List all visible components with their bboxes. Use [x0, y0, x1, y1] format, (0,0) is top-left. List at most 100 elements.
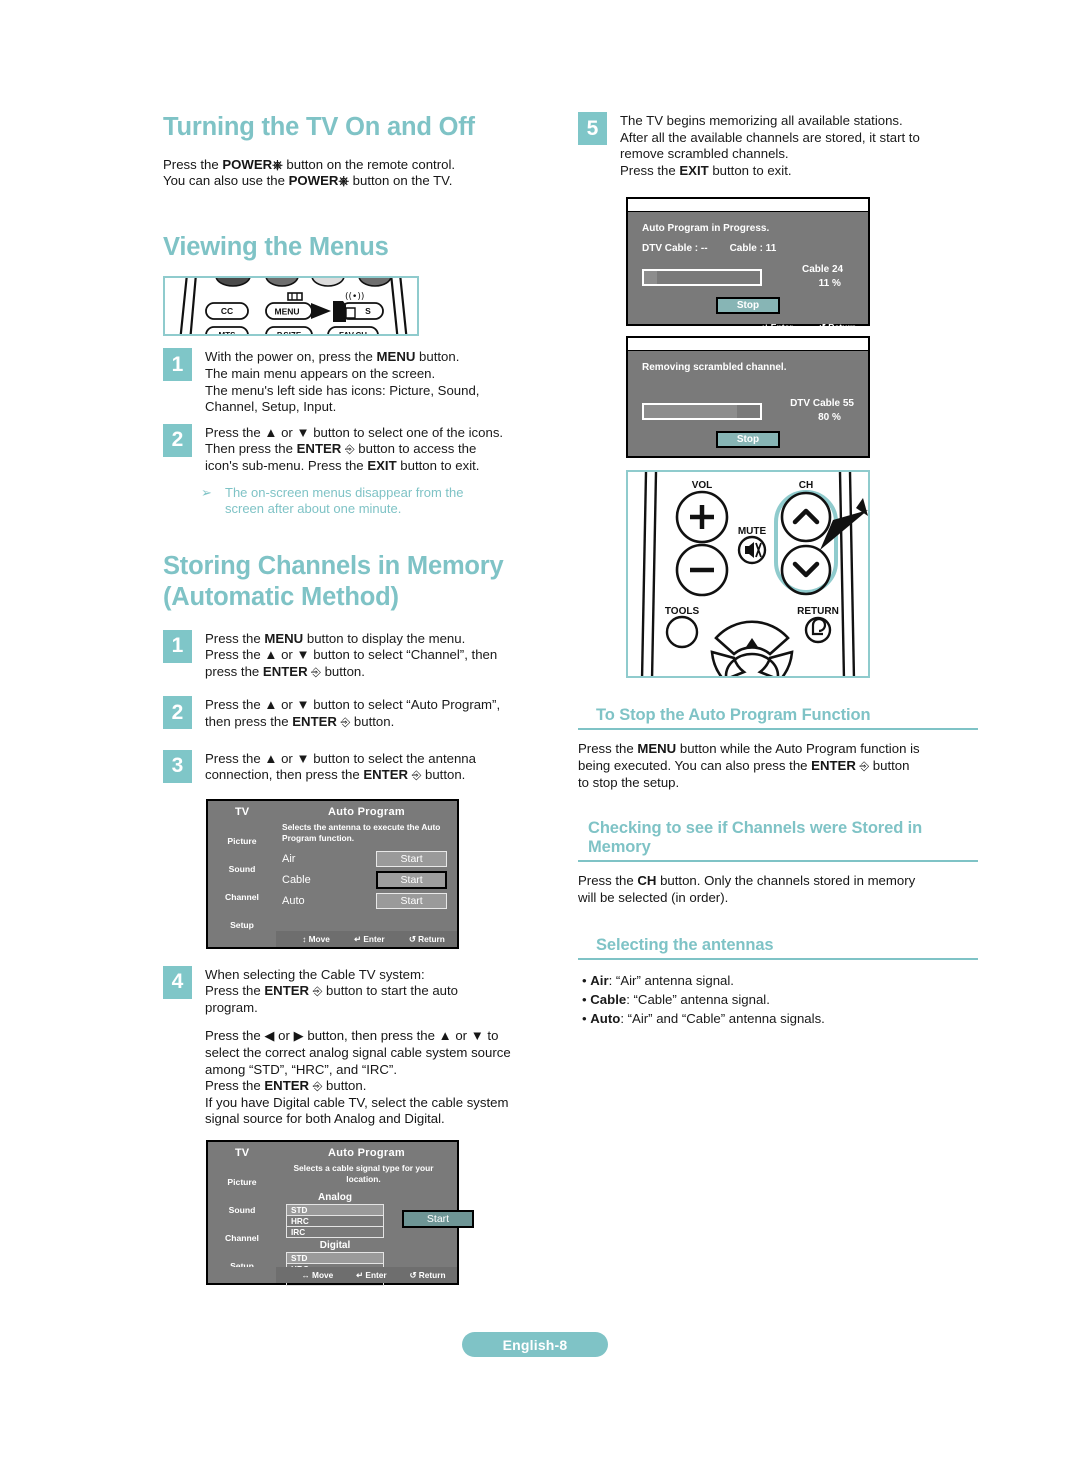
step-line: connection, then press the ENTER ⎆ butto…: [205, 767, 466, 783]
step-3-storing: 3 Press the ▲ or ▼ button to select the …: [163, 749, 558, 784]
step-1-storing: 1 Press the MENU button to display the m…: [163, 629, 558, 681]
osd-sidebar-item-channel[interactable]: Channel: [208, 883, 276, 911]
osd-row-cable: Cable Start: [282, 870, 447, 889]
page-title-turning-tv-on-off: Turning the TV On and Off: [163, 113, 475, 141]
dialog-body: Auto Program in Progress. DTV Cable : --…: [628, 212, 868, 318]
text-line: Press the CH button. Only the channels s…: [578, 873, 916, 889]
svg-text:MUTE: MUTE: [738, 526, 767, 537]
osd-footer-enter: ↵ Enter: [354, 933, 385, 944]
extra-line: If you have Digital cable TV, select the…: [205, 1094, 509, 1110]
list-item: • Air: “Air” antenna signal.: [582, 973, 734, 989]
note-arrow-icon: ➢: [201, 484, 212, 500]
osd-analog-option-irc[interactable]: IRC: [287, 1227, 383, 1237]
step-number: 5: [578, 112, 607, 145]
osd-start-button-cable[interactable]: Start: [376, 870, 447, 889]
osd-start-button-auto[interactable]: Start: [376, 892, 447, 909]
step-line: program.: [205, 999, 258, 1015]
osd-footer: ↕ Move ↵ Enter ↺ Return: [208, 930, 457, 947]
step-number: 3: [163, 749, 192, 783]
osd-sidebar-item-input[interactable]: Input: [208, 1280, 276, 1308]
power-line1-post: button on the remote control.: [282, 156, 456, 172]
manual-page: Turning the TV On and Off Press the POWE…: [0, 0, 1080, 1482]
step-line: icon's sub-menu. Press the EXIT button t…: [205, 457, 480, 473]
step-text: With the power on, press the MENU button…: [205, 348, 558, 415]
osd-start-button[interactable]: Start: [402, 1210, 474, 1229]
step-4-storing: 4 When selecting the Cable TV system: Pr…: [163, 965, 558, 1017]
osd-sidebar-item-picture[interactable]: Picture: [208, 827, 276, 855]
extra-line: among “STD”, “HRC”, and “IRC”.: [205, 1061, 397, 1077]
step-line: then press the ENTER ⎆ button.: [205, 713, 395, 729]
step-number: 1: [163, 348, 192, 382]
checking-channels-text: Press the CH button. Only the channels s…: [578, 873, 978, 906]
osd-title: Auto Program: [328, 805, 405, 818]
note-line-1: The on-screen menus disappear from the: [225, 484, 464, 500]
step-line: Press the ▲ or ▼ button to select one of…: [205, 424, 504, 440]
subheading-selecting-antennas: Selecting the antennas: [596, 936, 774, 955]
osd-footer-return: ↺ Return: [409, 1270, 446, 1281]
step-text: The TV begins memorizing all available s…: [620, 112, 978, 179]
step-line: Press the ENTER ⎆ button to start the au…: [205, 983, 458, 999]
osd-analog-option-std[interactable]: STD: [287, 1205, 383, 1217]
page-number-badge: English-8: [462, 1332, 608, 1357]
step-line: Press the EXIT button to exit.: [620, 162, 792, 178]
osd-sidebar-item-sound[interactable]: Sound: [208, 1196, 276, 1224]
osd-start-button-air[interactable]: Start: [376, 850, 447, 867]
bullet-term: Air: [590, 973, 609, 989]
stop-button[interactable]: Stop: [716, 431, 780, 449]
osd-footer-tab: [208, 1267, 276, 1284]
progress-stats: DTV Cable 55 80 %: [790, 397, 854, 425]
svg-text:S: S: [365, 306, 371, 316]
step-2-storing: 2 Press the ▲ or ▼ button to select “Aut…: [163, 696, 558, 730]
dialog-removing-scrambled: Removing scrambled channel. DTV Cable 55…: [626, 336, 870, 466]
progress-stats: Cable 24 11 %: [802, 263, 854, 291]
divider: [578, 958, 978, 961]
step-line: The TV begins memorizing all available s…: [620, 113, 903, 128]
subheading-stop-auto-program: To Stop the Auto Program Function: [596, 706, 871, 725]
progress-stat-label: DTV Cable 55: [790, 398, 854, 410]
osd-header: TV Auto Program: [208, 801, 457, 820]
svg-text:FAV.CH: FAV.CH: [339, 331, 367, 336]
bullet-desc: : “Cable” antenna signal.: [626, 992, 770, 1008]
step-number: 2: [163, 423, 192, 457]
remote-bottom-svg: VOL MUTE CH TOOLS RETURN: [640, 472, 868, 677]
step-line: Press the ▲ or ▼ button to select “Chann…: [205, 647, 498, 663]
text-line: being executed. You can also press the E…: [578, 757, 910, 773]
osd-footer-items: ↕ Move ↵ Enter ↺ Return: [276, 934, 457, 944]
svg-text:RETURN: RETURN: [797, 606, 839, 617]
dialog-footer-enter: ↵ Enter: [761, 456, 793, 467]
step-text: When selecting the Cable TV system: Pres…: [205, 966, 558, 1017]
list-item: • Auto: “Air” and “Cable” antenna signal…: [582, 1011, 825, 1027]
svg-text:P.SIZE: P.SIZE: [277, 331, 302, 336]
dialog-title-bar: [628, 338, 868, 352]
osd-digital-label: Digital: [319, 1240, 351, 1252]
page-title-storing-channels: Storing Channels in Memory (Automatic Me…: [163, 551, 558, 612]
osd-sidebar: Picture Sound Channel Setup Input: [208, 1168, 276, 1308]
osd-footer-tab: [208, 930, 276, 947]
osd-analog-option-hrc[interactable]: HRC: [287, 1216, 383, 1228]
bullet-desc: : “Air” and “Cable” antenna signals.: [620, 1011, 825, 1027]
power-line2-pre: You can also use the: [163, 173, 289, 189]
power-symbol-icon-2: ⎈: [338, 173, 350, 189]
step-5-storing: 5 The TV begins memorizing all available…: [578, 112, 978, 179]
osd-sidebar-item-sound[interactable]: Sound: [208, 855, 276, 883]
osd-label-auto: Auto: [282, 894, 305, 907]
osd-digital-option-std[interactable]: STD: [287, 1253, 383, 1265]
osd-label-cable: Cable: [282, 873, 311, 886]
svg-text:TOOLS: TOOLS: [665, 606, 700, 617]
osd-sidebar-item-channel[interactable]: Channel: [208, 1224, 276, 1252]
subheading-checking-channels: Checking to see if Channels were Stored …: [588, 819, 923, 857]
note-line-2: screen after about one minute.: [225, 500, 402, 516]
dialog-dtv-cable: DTV Cable : --: [642, 243, 708, 255]
osd-auto-program-antenna: TV Auto Program Picture Sound Channel Se…: [206, 798, 459, 958]
step-text: Press the ▲ or ▼ button to select “Auto …: [205, 696, 558, 730]
osd-footer-items: ↔ Move ↵ Enter ↺ Return: [276, 1270, 457, 1280]
step-number: 4: [163, 965, 192, 999]
osd-footer-move: ↔ Move: [301, 1270, 334, 1281]
stop-button[interactable]: Stop: [716, 297, 780, 315]
step-number: 1: [163, 629, 192, 663]
dialog-channel-info: DTV Cable : -- Cable : 11: [642, 243, 854, 254]
dialog-footer-return: ↺ Return: [818, 456, 856, 467]
osd-sidebar-item-picture[interactable]: Picture: [208, 1168, 276, 1196]
osd-header: TV Auto Program: [208, 1142, 457, 1161]
power-line2-bold: POWER: [288, 173, 339, 189]
